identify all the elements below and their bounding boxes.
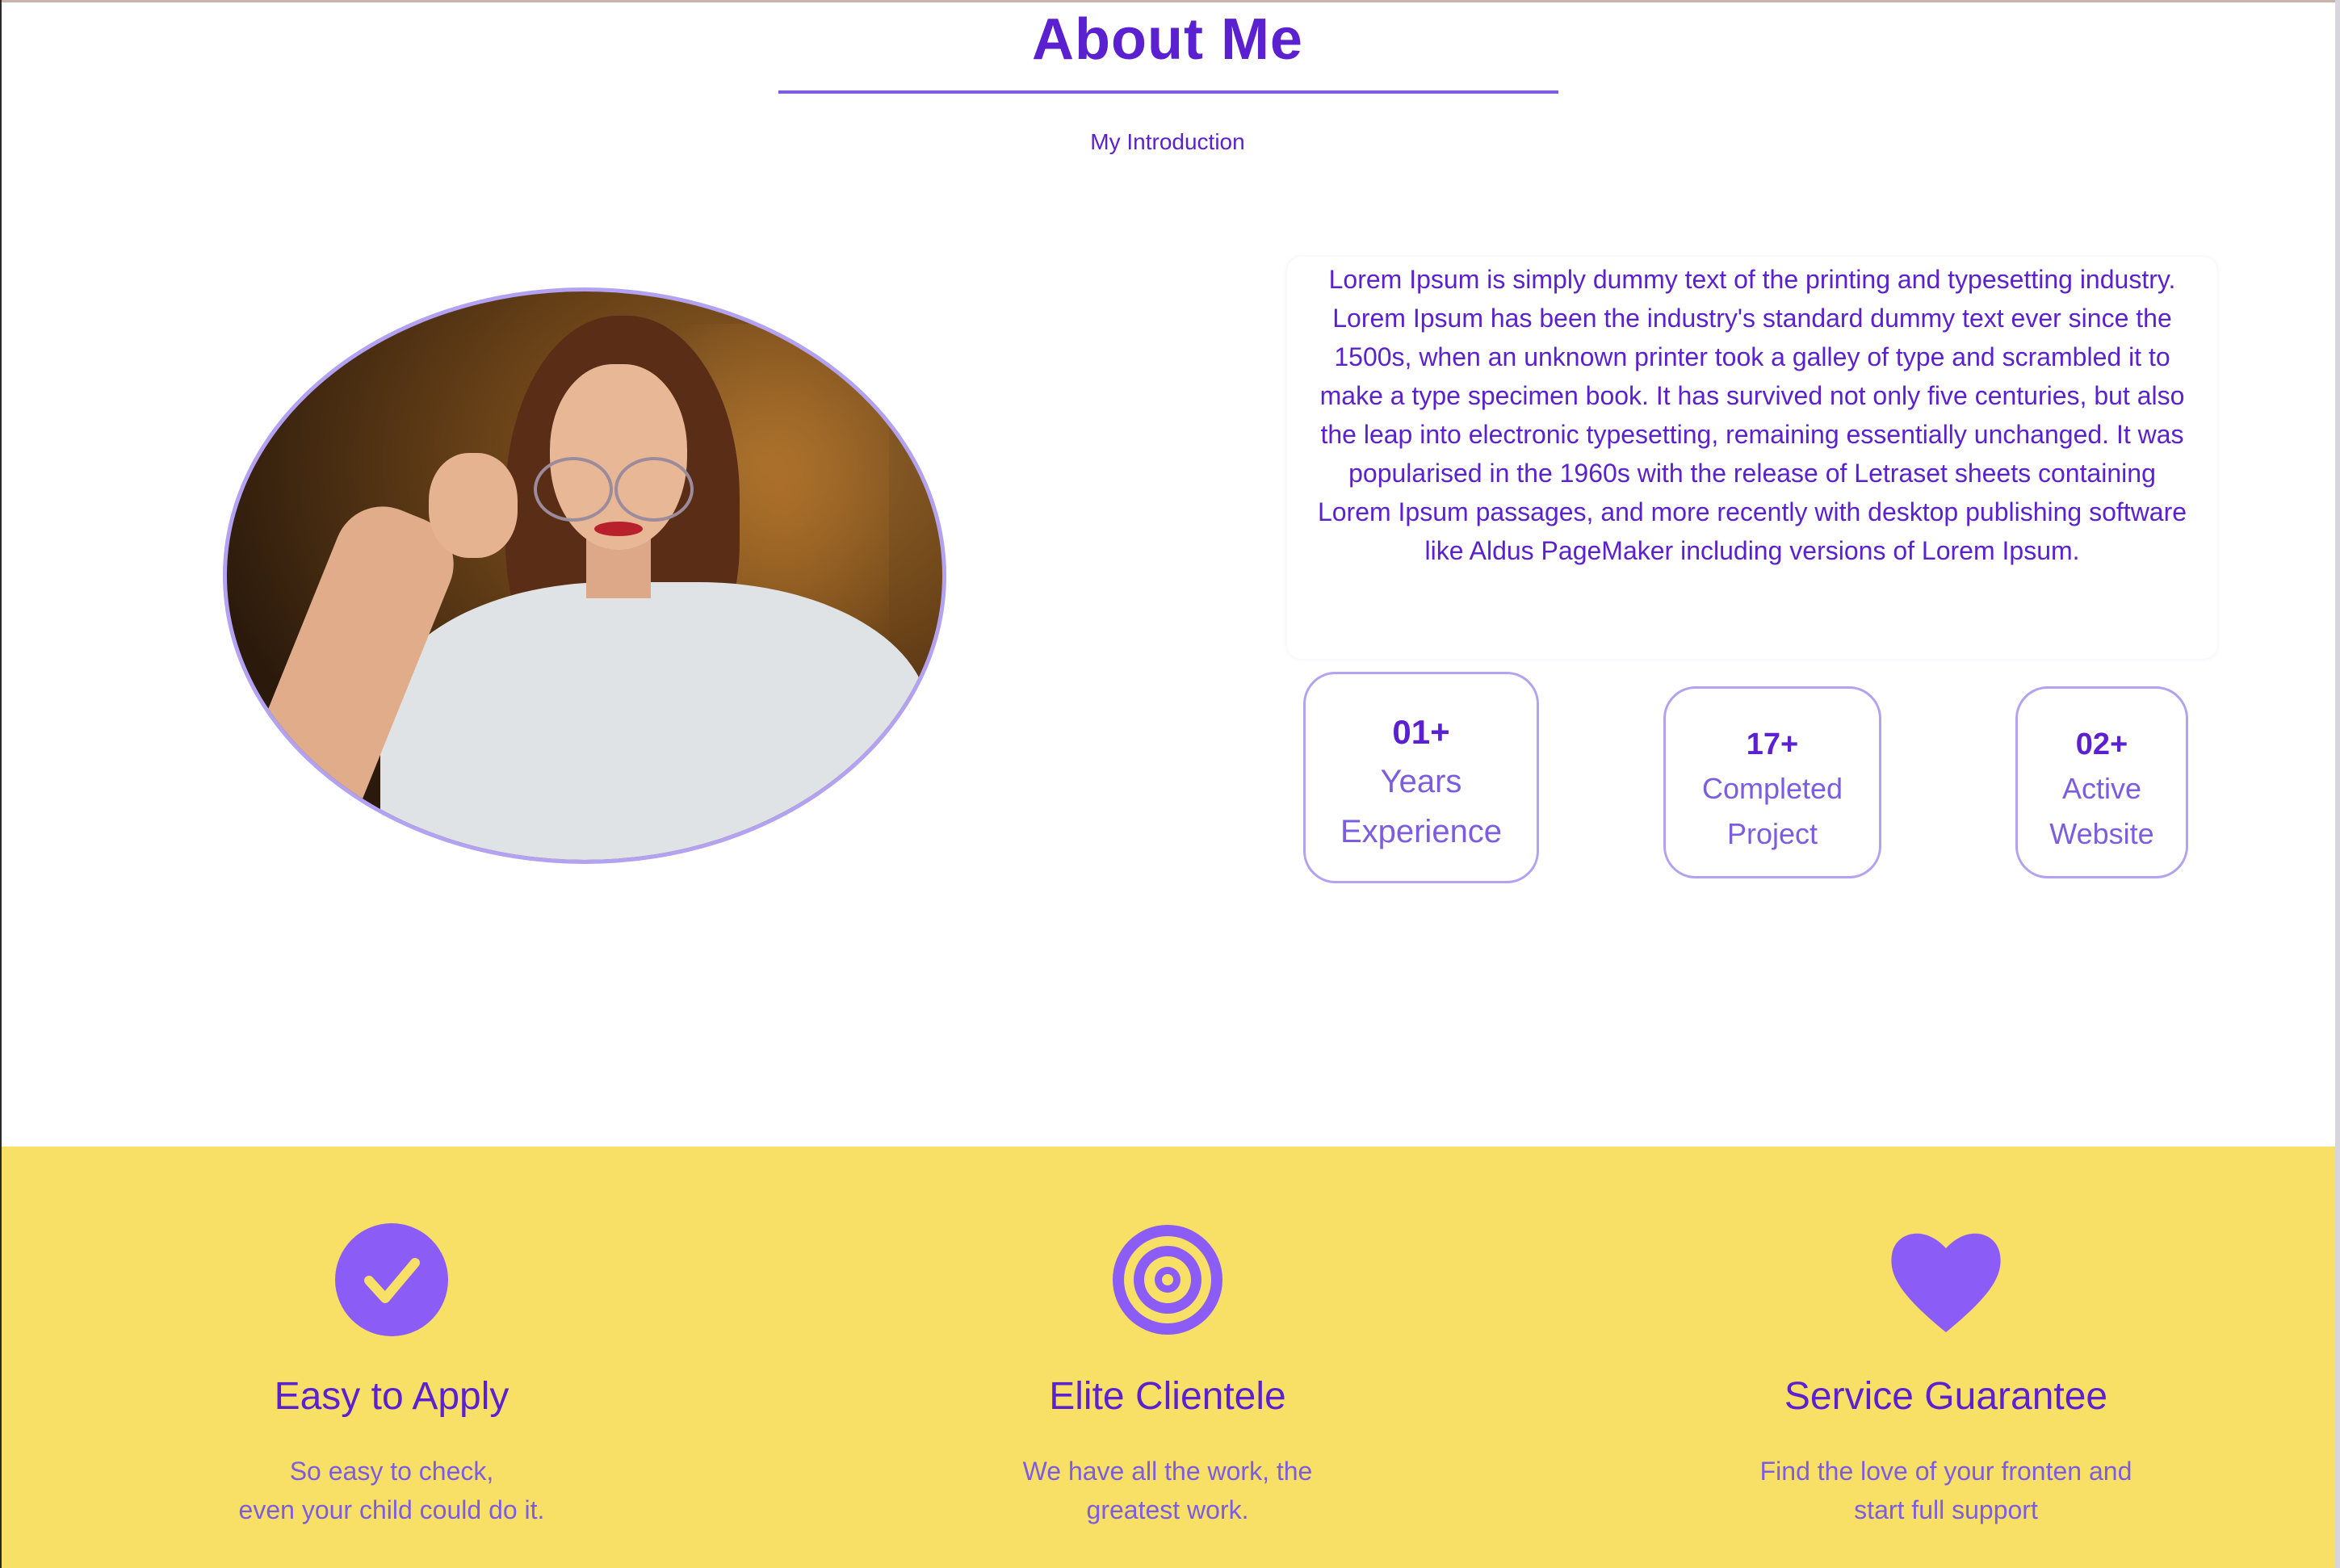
feature-desc-line2: even your child could do it. xyxy=(238,1495,545,1524)
section-subtitle: My Introduction xyxy=(1090,129,1245,154)
window-top-border xyxy=(0,0,2340,2)
stat-label-line2: Project xyxy=(1726,817,1818,850)
stat-label-line2: Experience xyxy=(1340,814,1503,849)
feature-desc-line2: greatest work. xyxy=(1086,1495,1249,1524)
stat-number: 02+ xyxy=(2075,727,2128,761)
feature-desc-line1: We have all the work, the xyxy=(1022,1457,1313,1486)
feature-description: So easy to check, even your child could … xyxy=(69,1452,715,1529)
photo-glasses-right xyxy=(614,457,694,522)
page-title: About Me xyxy=(1032,7,1303,72)
features-section: Easy to Apply So easy to check, even you… xyxy=(2,1147,2335,1568)
stat-label-line2: Website xyxy=(2049,817,2154,850)
feature-desc-line1: Find the love of your fronten and xyxy=(1759,1457,2132,1486)
stat-card-experience: 01+ Years Experience xyxy=(1303,672,1539,883)
intro-text: Lorem Ipsum is simply dummy text of the … xyxy=(1317,265,2187,565)
feature-title: Easy to Apply xyxy=(274,1375,510,1418)
feature-description: Find the love of your fronten and start … xyxy=(1623,1452,2269,1529)
check-circle-icon xyxy=(335,1223,448,1336)
stat-label-line1: Completed xyxy=(1701,772,1843,805)
stat-card-projects: 17+ Completed Project xyxy=(1663,686,1881,878)
profile-photo xyxy=(223,287,946,864)
photo-hand xyxy=(429,453,518,558)
stat-number: 17+ xyxy=(1746,727,1799,761)
window-scrollbar-track[interactable] xyxy=(2335,0,2340,1568)
feature-title: Elite Clientele xyxy=(1049,1375,1286,1418)
feature-description: We have all the work, the greatest work. xyxy=(845,1452,1491,1529)
stat-number: 01+ xyxy=(1392,713,1450,751)
heart-icon xyxy=(1891,1233,2001,1332)
feature-desc-line2: start full support xyxy=(1854,1495,2038,1524)
target-icon xyxy=(1113,1225,1222,1335)
feature-desc-line1: So easy to check, xyxy=(289,1457,494,1486)
photo-glasses-left xyxy=(534,457,613,522)
photo-lips xyxy=(594,522,643,536)
stat-card-websites: 02+ Active Website xyxy=(2015,686,2188,878)
title-underline xyxy=(778,90,1558,94)
photo-shirt xyxy=(380,582,929,860)
stat-label-line1: Years xyxy=(1380,764,1462,799)
feature-title: Service Guarantee xyxy=(1784,1375,2108,1418)
stat-label-line1: Active xyxy=(2061,772,2142,805)
